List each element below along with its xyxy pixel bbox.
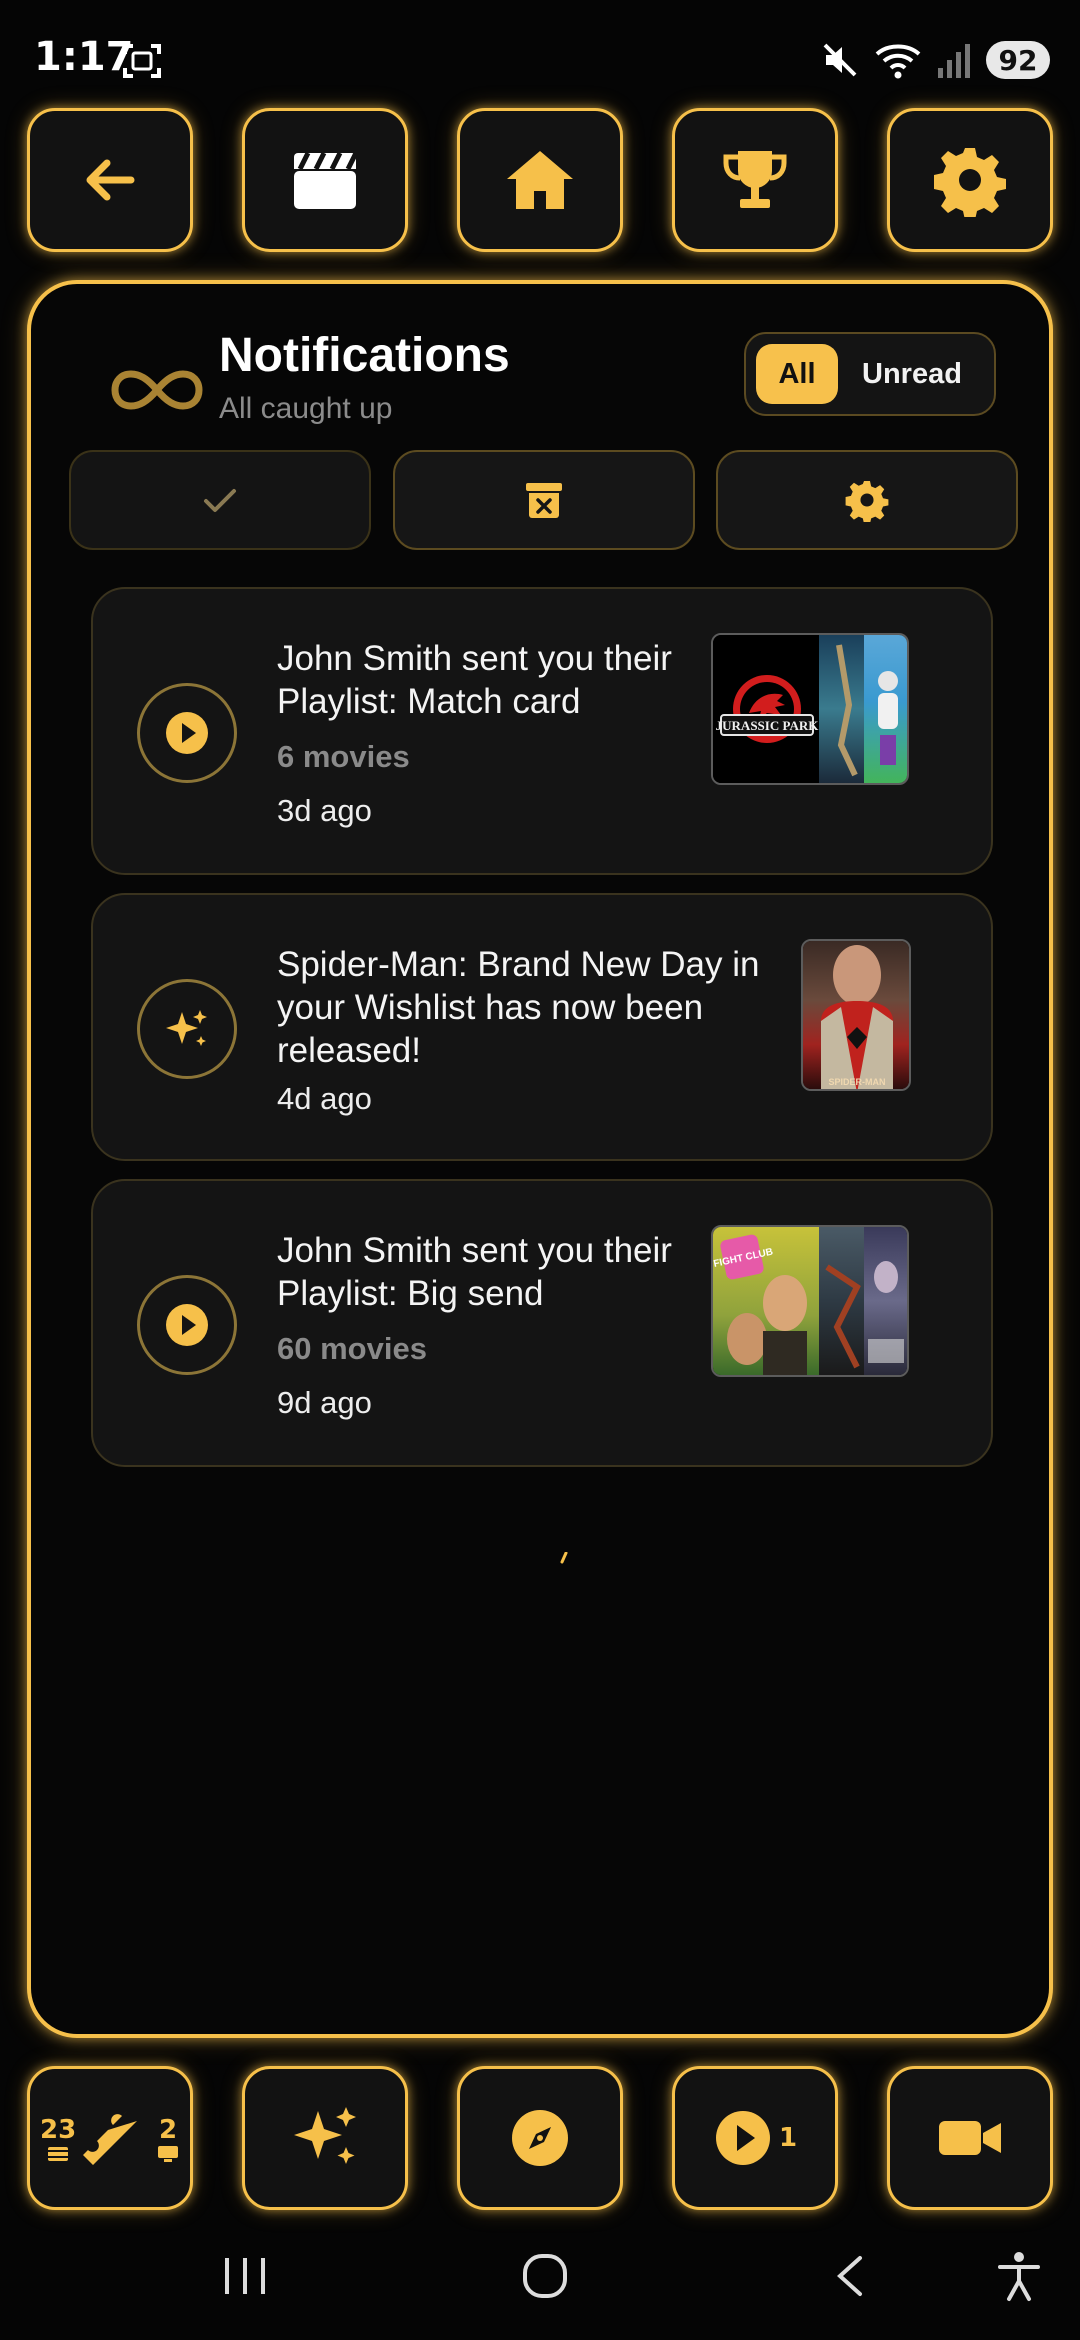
notification-card[interactable]: John Smith sent you their Playlist: Matc… <box>91 587 993 875</box>
home-circle-icon[interactable] <box>522 2252 568 2300</box>
sparkles-icon <box>137 979 237 1079</box>
notification-subtitle: 6 movies <box>277 739 410 774</box>
notification-card[interactable]: John Smith sent you their Playlist: Big … <box>91 1179 993 1467</box>
poster-title-text: JURASSIC PARK <box>716 718 819 733</box>
loading-spinner-icon <box>560 1552 568 1564</box>
screenshot-icon <box>123 44 161 78</box>
filter-toggle: All Unread <box>744 332 996 416</box>
checkmark-icon <box>204 489 236 512</box>
notification-title: John Smith sent you their Playlist: Big … <box>277 1231 672 1313</box>
settings-button[interactable] <box>887 108 1053 252</box>
poster-thumbnail <box>818 635 864 783</box>
arrow-left-icon <box>86 159 135 201</box>
poster-title-text: SPIDER-MAN <box>828 1077 885 1087</box>
archive-x-icon <box>526 483 562 518</box>
compass-icon <box>512 2110 568 2166</box>
notification-time: 3d ago <box>277 793 372 828</box>
poster-thumbnail: SPIDER-MAN <box>803 941 909 1089</box>
movie-poster: SPIDER-MAN <box>801 939 911 1091</box>
gear-icon <box>934 148 1006 217</box>
status-time: 1:17 <box>34 34 134 80</box>
video-button[interactable] <box>887 2066 1053 2210</box>
mute-icon <box>823 43 857 77</box>
accessibility-icon[interactable] <box>996 2250 1042 2302</box>
sparkles-icon <box>294 2107 356 2164</box>
playlists-count: 1 <box>778 2123 798 2153</box>
play-circle-icon <box>137 1275 237 1375</box>
notification-title: Spider-Man: Brand New Day in your Wishli… <box>277 945 760 1070</box>
poster-thumbnail <box>818 1227 864 1375</box>
tickets-left-count: 23 <box>40 2115 77 2145</box>
tickets-right-count: 2 <box>158 2115 178 2145</box>
tv-icon <box>158 2146 178 2162</box>
play-circle-icon <box>137 683 237 783</box>
infinity-logo-icon <box>111 370 203 410</box>
page-subtitle: All caught up <box>219 392 393 425</box>
notification-time: 9d ago <box>277 1385 372 1420</box>
ticket-icon <box>83 2111 137 2165</box>
back-chevron-icon[interactable] <box>830 2254 870 2298</box>
film-icon <box>48 2147 69 2161</box>
poster-thumbnail <box>863 635 907 783</box>
poster-thumbnail <box>863 1227 907 1375</box>
status-bar: 1:17 92 <box>0 0 1080 100</box>
home-icon <box>507 151 573 209</box>
mark-all-read-button[interactable] <box>69 450 371 550</box>
notification-time: 4d ago <box>277 1081 372 1116</box>
trophy-icon <box>723 151 787 208</box>
trophy-button[interactable] <box>672 108 838 252</box>
notification-title: John Smith sent you their Playlist: Matc… <box>277 639 672 721</box>
battery-indicator: 92 <box>986 41 1050 79</box>
notification-subtitle: 60 movies <box>277 1331 427 1366</box>
notifications-panel: Notifications All caught up All Unread J… <box>27 280 1053 2038</box>
wishlist-button[interactable] <box>242 2066 408 2210</box>
gear-icon <box>845 480 889 522</box>
wifi-icon <box>875 44 921 79</box>
signal-icon <box>938 44 970 78</box>
clear-all-button[interactable] <box>393 450 695 550</box>
filter-unread-tab[interactable]: Unread <box>862 344 962 404</box>
movies-button[interactable] <box>242 108 408 252</box>
page-title: Notifications <box>219 329 510 382</box>
video-camera-icon <box>939 2121 1001 2155</box>
discover-button[interactable] <box>457 2066 623 2210</box>
poster-thumbnail: JURASSIC PARK <box>713 635 819 783</box>
system-navigation-bar <box>0 2220 1080 2340</box>
filter-all-tab[interactable]: All <box>756 344 838 404</box>
tickets-button[interactable]: 23 2 <box>27 2066 193 2210</box>
back-button[interactable] <box>27 108 193 252</box>
playlists-button[interactable]: 1 <box>672 2066 838 2210</box>
playlist-poster-stack: JURASSIC PARK <box>711 633 909 785</box>
play-circle-icon <box>715 2111 770 2165</box>
recent-apps-icon[interactable] <box>222 2254 268 2298</box>
notification-card[interactable]: Spider-Man: Brand New Day in your Wishli… <box>91 893 993 1161</box>
clapperboard-icon <box>294 151 359 209</box>
home-button[interactable] <box>457 108 623 252</box>
notification-settings-button[interactable] <box>716 450 1018 550</box>
playlist-poster-stack: FIGHT CLUB <box>711 1225 909 1377</box>
poster-thumbnail: FIGHT CLUB <box>713 1227 819 1375</box>
